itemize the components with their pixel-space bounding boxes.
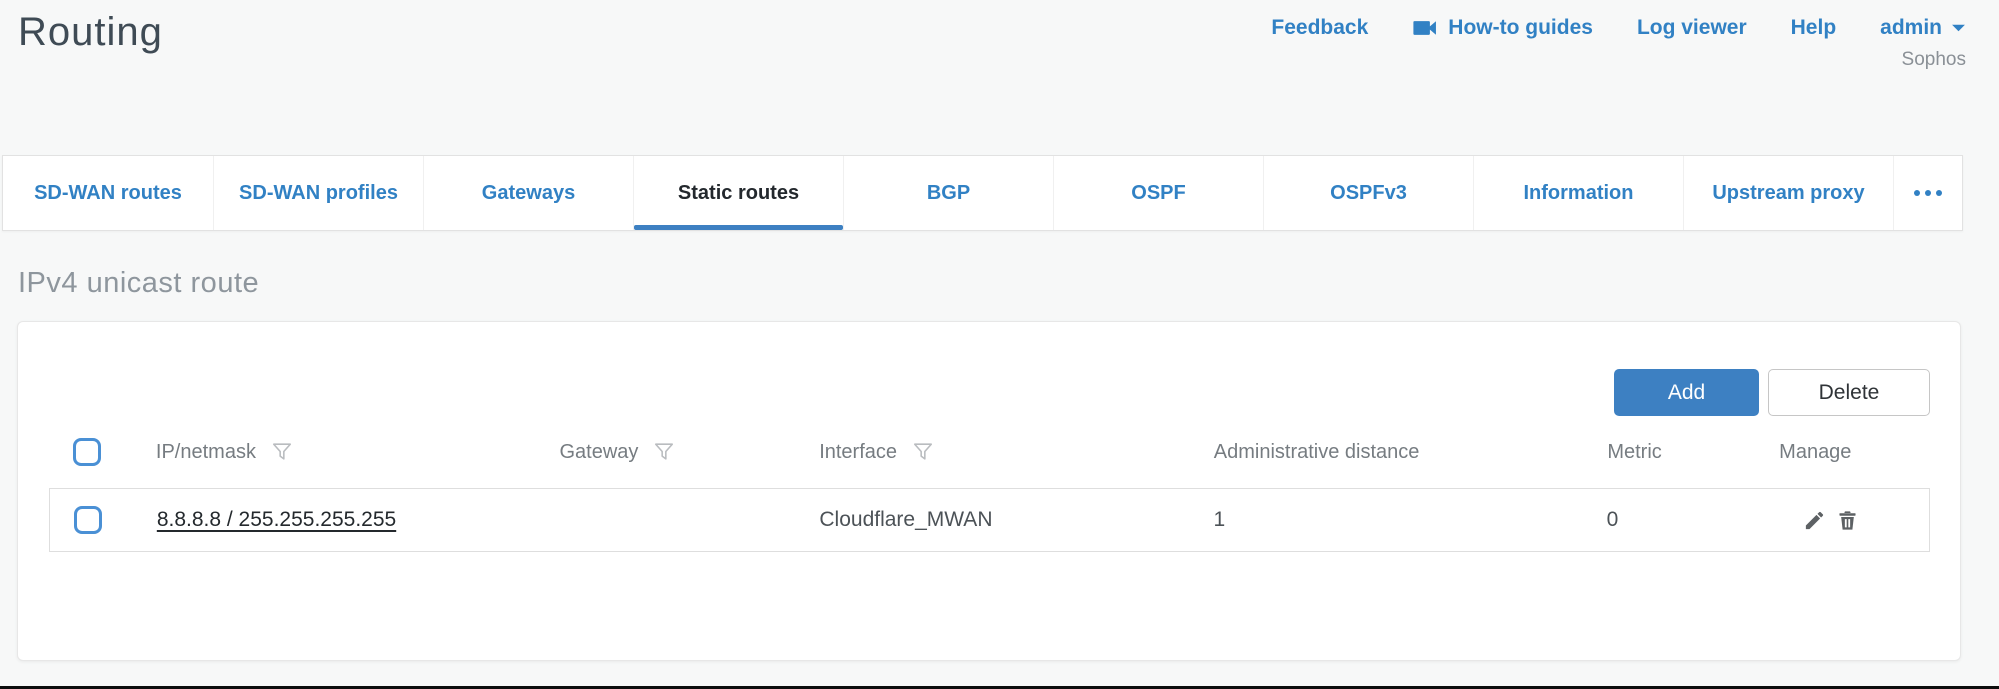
help-label: Help xyxy=(1791,16,1837,40)
filter-icon[interactable] xyxy=(653,441,675,463)
help-link[interactable]: Help xyxy=(1791,16,1837,40)
header-metric: Metric xyxy=(1607,441,1779,464)
routes-card: Add Delete IP/netmask Gateway Interface … xyxy=(17,321,1961,661)
toolbar: Add Delete xyxy=(18,322,1960,416)
log-viewer-label: Log viewer xyxy=(1637,16,1747,40)
add-button[interactable]: Add xyxy=(1614,369,1759,416)
row-checkbox[interactable] xyxy=(74,506,102,534)
feedback-label: Feedback xyxy=(1271,16,1368,40)
tab-ospfv3[interactable]: OSPFv3 xyxy=(1263,156,1473,230)
manage-cell xyxy=(1778,509,1929,532)
filter-icon[interactable] xyxy=(271,441,293,463)
delete-trash-icon[interactable] xyxy=(1836,509,1859,532)
ip-netmask-cell: 8.8.8.8 / 255.255.255.255 xyxy=(157,508,560,532)
metric-cell: 0 xyxy=(1607,508,1779,532)
section-title: IPv4 unicast route xyxy=(18,267,1999,300)
table-header-row: IP/netmask Gateway Interface Administrat… xyxy=(49,416,1930,488)
routes-table: IP/netmask Gateway Interface Administrat… xyxy=(49,416,1930,552)
admin-label: admin xyxy=(1880,16,1942,40)
tab-upstream-proxy[interactable]: Upstream proxy xyxy=(1683,156,1893,230)
header-links: Feedback How-to guides Log viewer Help a… xyxy=(1271,16,1966,40)
interface-cell: Cloudflare_MWAN xyxy=(819,508,1213,532)
admin-menu[interactable]: admin xyxy=(1880,16,1966,40)
header-interface: Interface xyxy=(819,441,1214,464)
admin-distance-cell: 1 xyxy=(1214,508,1607,532)
header-manage: Manage xyxy=(1779,441,1930,464)
select-all-checkbox[interactable] xyxy=(73,438,101,466)
route-link[interactable]: 8.8.8.8 / 255.255.255.255 xyxy=(157,508,396,532)
tab-bar: SD-WAN routes SD-WAN profiles Gateways S… xyxy=(2,155,1963,231)
tab-ospf[interactable]: OSPF xyxy=(1053,156,1263,230)
header-admin-distance: Administrative distance xyxy=(1214,441,1608,464)
tab-overflow-ellipsis-icon[interactable] xyxy=(1893,156,1962,230)
tab-bgp[interactable]: BGP xyxy=(843,156,1053,230)
tab-static-routes[interactable]: Static routes xyxy=(633,156,843,230)
log-viewer-link[interactable]: Log viewer xyxy=(1637,16,1747,40)
header-checkbox-cell xyxy=(49,438,156,466)
delete-button[interactable]: Delete xyxy=(1768,369,1930,416)
header-gateway: Gateway xyxy=(559,441,819,464)
feedback-link[interactable]: Feedback xyxy=(1271,16,1368,40)
header-right: Feedback How-to guides Log viewer Help a… xyxy=(1271,8,1966,71)
edit-pencil-icon[interactable] xyxy=(1803,509,1826,532)
tab-sdwan-profiles[interactable]: SD-WAN profiles xyxy=(213,156,423,230)
tab-sdwan-routes[interactable]: SD-WAN routes xyxy=(3,156,213,230)
tab-gateways[interactable]: Gateways xyxy=(423,156,633,230)
brand-label: Sophos xyxy=(1902,49,1966,71)
filter-icon[interactable] xyxy=(912,441,934,463)
page-title: Routing xyxy=(18,8,163,56)
chevron-down-icon xyxy=(1951,23,1966,33)
header-ip-netmask: IP/netmask xyxy=(156,441,560,464)
video-camera-icon xyxy=(1412,17,1439,39)
table-row: 8.8.8.8 / 255.255.255.255 Cloudflare_MWA… xyxy=(49,488,1930,552)
page-header: Routing Feedback How-to guides Log viewe… xyxy=(0,0,1999,155)
howto-guides-link[interactable]: How-to guides xyxy=(1412,16,1593,40)
tab-information[interactable]: Information xyxy=(1473,156,1683,230)
howto-guides-label: How-to guides xyxy=(1448,16,1593,40)
row-checkbox-cell xyxy=(50,506,157,534)
